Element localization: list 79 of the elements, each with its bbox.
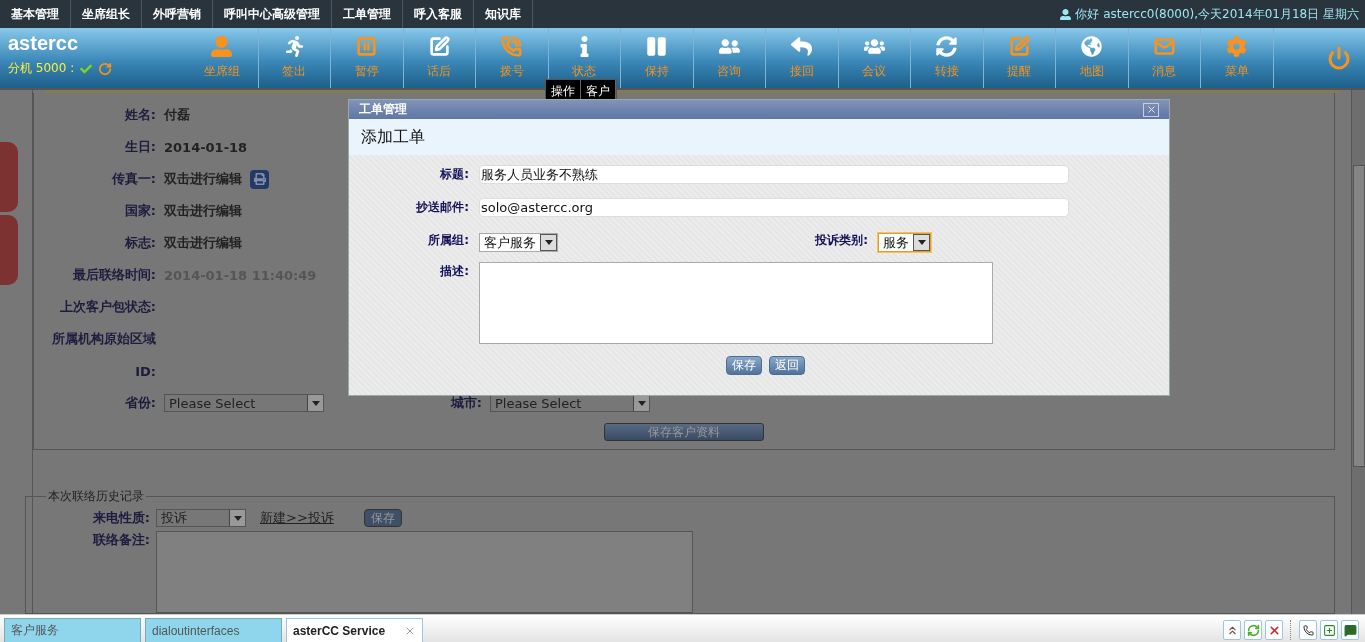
greeting: 你好 astercc0(8000),今天2014年01月18日 星期六 bbox=[1075, 5, 1359, 23]
toolbar-button[interactable]: 接回 bbox=[766, 28, 839, 88]
caret-icon bbox=[637, 400, 646, 406]
call-type-select[interactable]: 投诉 bbox=[156, 509, 246, 527]
group-select[interactable]: 客户服务 bbox=[479, 233, 558, 252]
side-tab[interactable] bbox=[0, 215, 18, 285]
toolbar-button[interactable]: 坐席组 bbox=[186, 28, 259, 88]
bottom-tab[interactable]: 客户服务 bbox=[4, 618, 141, 642]
field-label: 国家: bbox=[123, 202, 156, 220]
caret-icon bbox=[233, 515, 242, 521]
refresh-icon[interactable] bbox=[98, 61, 113, 76]
field-label: 生日: bbox=[123, 138, 156, 156]
close-icon[interactable] bbox=[1265, 620, 1283, 640]
field-label: 标志: bbox=[123, 234, 156, 252]
toolbar-button[interactable]: 消息 bbox=[1128, 28, 1201, 88]
toolbar-button[interactable]: 转接 bbox=[911, 28, 984, 88]
add-icon[interactable] bbox=[1320, 620, 1338, 640]
description-field[interactable] bbox=[479, 262, 993, 344]
new-complaint-link[interactable]: 新建>>投诉 bbox=[260, 509, 334, 527]
fax-icon[interactable] bbox=[250, 169, 269, 189]
field-label: 所属机构原始区域 bbox=[51, 330, 156, 348]
dialog-button[interactable]: 保存 bbox=[725, 356, 762, 375]
check-icon bbox=[80, 62, 93, 75]
field-label: ID: bbox=[134, 363, 156, 379]
close-icon bbox=[1145, 104, 1157, 115]
field-label: 省份: bbox=[123, 394, 156, 412]
user-icon bbox=[1060, 8, 1072, 20]
power-icon[interactable] bbox=[1327, 46, 1351, 70]
dialog-title: 工单管理 bbox=[359, 101, 407, 118]
toolbar-button[interactable]: 签出 bbox=[258, 28, 331, 88]
field-label: 所属组: bbox=[427, 232, 469, 249]
field-label: 来电性质: bbox=[91, 509, 150, 527]
field-label: 标题: bbox=[439, 166, 469, 183]
subject-field[interactable]: 服务人员业务不熟练 bbox=[479, 165, 1069, 184]
field-label: 上次客户包状态: bbox=[58, 298, 156, 316]
side-tab[interactable] bbox=[0, 142, 18, 212]
field-value[interactable]: 付磊 bbox=[164, 106, 190, 124]
toolbar-button[interactable]: 话后 bbox=[403, 28, 476, 88]
toolbar-button[interactable]: 会议 bbox=[838, 28, 911, 88]
complaint-type-select[interactable]: 服务 bbox=[878, 233, 931, 252]
fieldset-legend: 本次联络历史记录 bbox=[46, 488, 146, 505]
caret-icon bbox=[917, 240, 926, 245]
field-label: 最后联络时间: bbox=[71, 266, 156, 284]
email-field[interactable]: solo@astercc.org bbox=[479, 198, 1069, 217]
field-label: 抄送邮件: bbox=[415, 199, 469, 216]
field-label: 描述: bbox=[439, 263, 469, 280]
bottom-tab[interactable]: dialoutinterfaces bbox=[145, 618, 282, 642]
toolbar-button[interactable]: 提醒 bbox=[983, 28, 1056, 88]
caret-icon bbox=[544, 240, 553, 245]
toolbar-button[interactable]: 暂停 bbox=[331, 28, 404, 88]
toolbar-button[interactable]: 地图 bbox=[1056, 28, 1129, 88]
field-label: 联络备注: bbox=[91, 531, 150, 549]
extension-label: 分机 5000 : bbox=[8, 60, 75, 77]
dialog-button[interactable]: 返回 bbox=[768, 356, 805, 375]
caret-icon bbox=[311, 400, 320, 406]
field-value[interactable]: 双击进行编辑 bbox=[164, 234, 242, 252]
close-button[interactable] bbox=[1143, 102, 1159, 117]
dialog-heading: 添加工单 bbox=[361, 126, 425, 148]
scrollbar[interactable] bbox=[1351, 90, 1365, 614]
bottom-tab[interactable]: asterCC Service bbox=[286, 618, 423, 642]
field-label: 姓名: bbox=[123, 106, 156, 124]
field-value[interactable]: 双击进行编辑 bbox=[164, 170, 242, 188]
save-customer-button[interactable]: 保存客户资料 bbox=[604, 423, 764, 441]
field-label: 投诉类别: bbox=[814, 232, 868, 249]
phone-icon[interactable] bbox=[1299, 620, 1317, 640]
field-value[interactable]: 2014-01-18 bbox=[164, 139, 248, 155]
field-label: 传真一: bbox=[110, 170, 156, 188]
note-field[interactable] bbox=[156, 531, 693, 613]
collapse-icon[interactable] bbox=[1223, 620, 1241, 640]
refresh-icon[interactable] bbox=[1244, 620, 1262, 640]
field-label: 城市: bbox=[449, 394, 482, 412]
toolbar-button[interactable]: 咨询 bbox=[693, 28, 766, 88]
chat-icon[interactable] bbox=[1341, 620, 1359, 640]
province-select[interactable]: Please Select bbox=[164, 394, 324, 412]
toolbar-button[interactable]: 保持 bbox=[621, 28, 694, 88]
brand-name: astercc bbox=[8, 32, 80, 54]
field-value[interactable]: 双击进行编辑 bbox=[164, 202, 242, 220]
toolbar-button[interactable]: 菜单 bbox=[1201, 28, 1274, 88]
save-button[interactable]: 保存 bbox=[363, 509, 402, 527]
